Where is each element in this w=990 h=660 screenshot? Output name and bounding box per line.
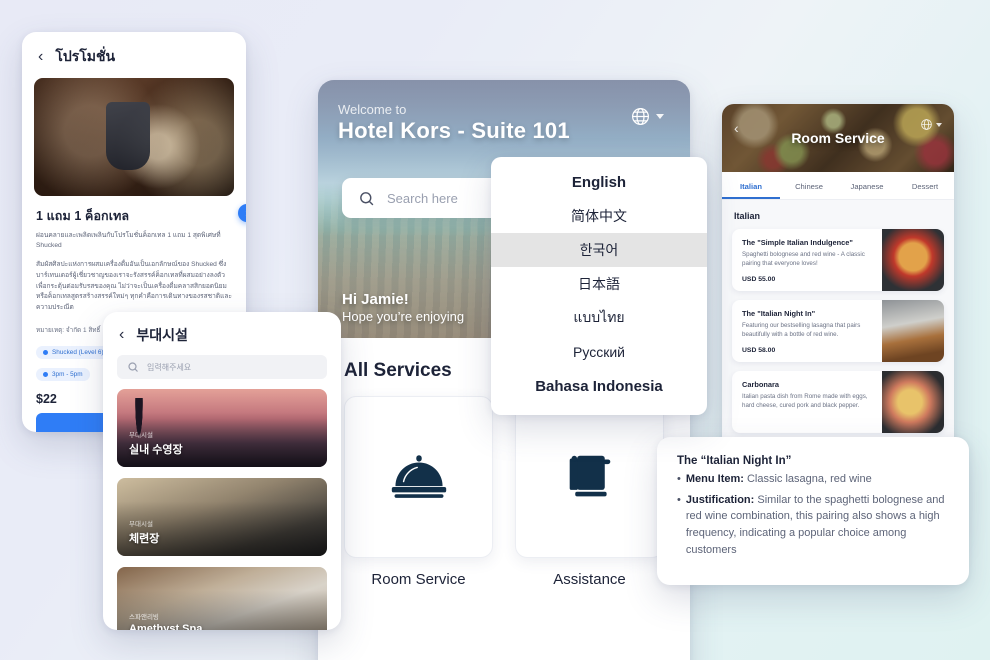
back-arrow-icon[interactable]: ‹ <box>38 49 43 65</box>
tab-italian[interactable]: Italian <box>722 172 780 199</box>
tooltip-content: The “Italian Night In” • Menu Item: Clas… <box>657 437 969 577</box>
facility-kicker: 부대시설 <box>129 432 153 440</box>
promotion-description: สัมผัสศิลปะแห่งการผสมเครื่องดื่มอันเป็นเ… <box>36 261 232 312</box>
service-label-room-service: Room Service <box>371 571 466 588</box>
menu-item-name: The "Simple Italian Indulgence" <box>742 238 853 247</box>
promotion-tag-location: Shucked (Level 6) <box>36 345 111 359</box>
menu-item[interactable]: The "Simple Italian Indulgence" Spaghett… <box>732 229 944 291</box>
language-option-bahasa-indonesia[interactable]: Bahasa Indonesia <box>491 369 707 403</box>
menu-item-image <box>882 371 944 433</box>
language-option-english[interactable]: English <box>491 165 707 199</box>
tab-chinese[interactable]: Chinese <box>780 172 838 199</box>
facility-caption: 부대시설 실내 수영장 <box>129 432 183 457</box>
guest-greeting: Hi Jamie! Hope you’re enjoying <box>342 291 464 324</box>
language-option-russian[interactable]: Русский <box>491 335 707 369</box>
service-card-room-service[interactable] <box>344 396 493 558</box>
menu-item-text: The "Italian Night In" Featuring our bes… <box>732 300 882 362</box>
facility-card-spa[interactable]: 스파앤리빙 Amethyst Spa <box>117 567 327 630</box>
search-input[interactable]: Search here <box>387 191 458 206</box>
language-options-list: English 简体中文 한국어 日本語 แบบไทย Русский Baha… <box>491 157 707 411</box>
menu-item-price: USD 58.00 <box>742 346 776 354</box>
promotion-tag-time: 3pm - 5pm <box>36 367 90 381</box>
tooltip-bullet-text: Classic lasagna, red wine <box>746 473 872 485</box>
tooltip-title: The “Italian Night In” <box>677 455 792 467</box>
service-cell-assistance: Assistance <box>515 396 664 588</box>
menu-section-title: Italian <box>734 211 761 221</box>
menu-item[interactable]: The "Italian Night In" Featuring our bes… <box>732 300 944 362</box>
towel-icon <box>569 455 610 497</box>
service-cell-room-service: Room Service <box>344 396 493 588</box>
promotions-header: ‹ โปรโมชั่น <box>22 32 246 78</box>
justification-tooltip: The “Italian Night In” • Menu Item: Clas… <box>657 437 969 585</box>
tab-japanese[interactable]: Japanese <box>838 172 896 199</box>
cuisine-tabs: Italian Chinese Japanese Dessert <box>722 172 954 200</box>
facilities-search-bar[interactable]: 입력해주세요 <box>117 355 327 379</box>
language-option-thai[interactable]: แบบไทย <box>491 301 707 335</box>
facility-name: 실내 수영장 <box>129 444 183 456</box>
menu-item-text: Carbonara Italian pasta dish from Rome m… <box>732 371 882 433</box>
tooltip-bullet-justification: • Justification: Similar to the spaghett… <box>677 492 949 559</box>
language-option-japanese[interactable]: 日本語 <box>491 267 707 301</box>
language-option-simplified-chinese[interactable]: 简体中文 <box>491 199 707 233</box>
menu-item-image <box>882 300 944 362</box>
menu-item-description: Spaghetti bolognese and red wine - A cla… <box>742 251 865 268</box>
clock-icon <box>43 371 48 377</box>
search-icon <box>128 362 138 372</box>
menu-item-image <box>882 229 944 291</box>
greeting-title: Hi Jamie! <box>342 291 409 308</box>
bullet-icon: • <box>677 473 681 485</box>
facility-caption: 부대시설 체련장 <box>129 521 159 546</box>
facility-kicker: 스파앤리빙 <box>129 614 159 622</box>
tooltip-bullet-label: Justification: <box>685 493 755 506</box>
room-service-hero: ‹ Room Service <box>722 104 954 172</box>
service-card-assistance[interactable] <box>515 396 664 558</box>
promotion-offer-subtitle: ผ่อนคลายและเพลิดเพลินกับโปรโมชั่นค็อกเทล… <box>36 232 221 250</box>
language-option-korean[interactable]: 한국어 <box>491 233 707 267</box>
hotel-title: Hotel Kors - Suite 101 <box>338 118 570 143</box>
promotion-tag-time-label: 3pm - 5pm <box>52 370 83 378</box>
facilities-header: ‹ 부대시설 <box>103 312 341 353</box>
location-pin-icon <box>43 349 48 355</box>
greeting-subtitle: Hope you’re enjoying <box>342 309 465 324</box>
promotion-offer-title: 1 แถม 1 ค็อกเทล <box>36 209 130 223</box>
service-bell-icon <box>391 455 446 498</box>
tab-dessert[interactable]: Dessert <box>896 172 954 199</box>
facilities-panel: ‹ 부대시설 입력해주세요 부대시설 실내 수영장 부대시설 체련장 스파앤리빙… <box>103 312 341 630</box>
promotions-title: โปรโมชั่น <box>55 48 116 64</box>
search-icon <box>360 191 374 205</box>
facility-kicker: 부대시설 <box>129 521 153 529</box>
next-promotion-button[interactable]: › <box>238 204 246 222</box>
chevron-down-icon <box>656 114 664 119</box>
back-arrow-icon[interactable]: ‹ <box>119 327 124 343</box>
globe-icon <box>632 108 649 125</box>
facility-card-gym[interactable]: 부대시설 체련장 <box>117 478 327 556</box>
tooltip-bullet-menu-item: • Menu Item: Classic lasagna, red wine <box>677 471 949 488</box>
facilities-title: 부대시설 <box>136 327 188 343</box>
menu-item[interactable]: Carbonara Italian pasta dish from Rome m… <box>732 371 944 433</box>
tooltip-bullet-label: Menu Item: <box>685 473 744 485</box>
menu-item-description: Featuring our bestselling lasagna that p… <box>742 322 861 339</box>
language-selector[interactable] <box>630 106 664 127</box>
menu-item-text: The "Simple Italian Indulgence" Spaghett… <box>732 229 882 291</box>
service-label-assistance: Assistance <box>553 571 626 588</box>
language-dropdown: English 简体中文 한국어 日本語 แบบไทย Русский Baha… <box>491 157 707 415</box>
menu-item-price: USD 55.00 <box>742 275 776 283</box>
facility-caption: 스파앤리빙 Amethyst Spa <box>129 614 202 630</box>
services-grid: Room Service Assistance <box>344 396 664 588</box>
menu-item-description: Italian pasta dish from Rome made with e… <box>742 393 868 410</box>
menu-item-name: The "Italian Night In" <box>742 309 816 318</box>
facility-card-pool[interactable]: 부대시설 실내 수영장 <box>117 389 327 467</box>
facility-name: Amethyst Spa <box>129 623 203 630</box>
room-service-title: Room Service <box>791 130 885 146</box>
promotion-image <box>34 78 234 196</box>
promotion-tag-location-label: Shucked (Level 6) <box>52 348 104 356</box>
welcome-label: Welcome to <box>338 102 407 117</box>
facility-name: 체련장 <box>129 533 160 545</box>
facilities-search-input[interactable]: 입력해주세요 <box>147 362 191 373</box>
menu-item-name: Carbonara <box>742 380 779 389</box>
bullet-icon: • <box>677 493 681 506</box>
